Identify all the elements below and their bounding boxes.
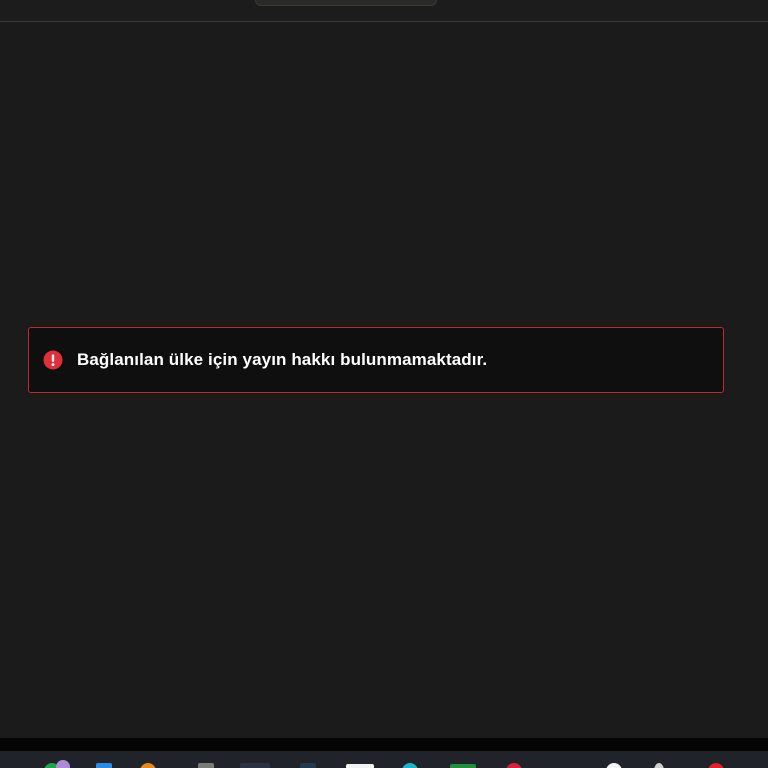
taskbar-app-icon[interactable]	[240, 763, 270, 768]
taskbar-app-icon[interactable]	[606, 763, 622, 768]
app-window: Bağlanılan ülke için yayın hakkı bulunma…	[0, 0, 768, 768]
taskbar-app-icon[interactable]	[506, 763, 522, 768]
top-bar	[0, 0, 768, 22]
notification-badge-icon	[56, 760, 70, 768]
exclamation-circle-icon	[43, 350, 63, 370]
bottom-strip	[0, 738, 768, 751]
taskbar-app-icon[interactable]	[198, 763, 214, 768]
error-message: Bağlanılan ülke için yayın hakkı bulunma…	[77, 350, 488, 369]
taskbar-app-icon[interactable]	[402, 763, 418, 768]
taskbar-app-icon[interactable]	[450, 764, 476, 768]
error-alert: Bağlanılan ülke için yayın hakkı bulunma…	[28, 327, 724, 393]
taskbar-app-icon[interactable]	[96, 763, 112, 768]
taskbar-app-icon[interactable]	[708, 763, 724, 768]
taskbar-app-icon[interactable]	[346, 764, 374, 768]
taskbar	[0, 751, 768, 768]
taskbar-app-icon[interactable]	[654, 763, 664, 768]
top-pill-control[interactable]	[255, 0, 437, 6]
taskbar-app-icon[interactable]	[300, 763, 316, 768]
taskbar-app-icon[interactable]	[140, 763, 156, 768]
